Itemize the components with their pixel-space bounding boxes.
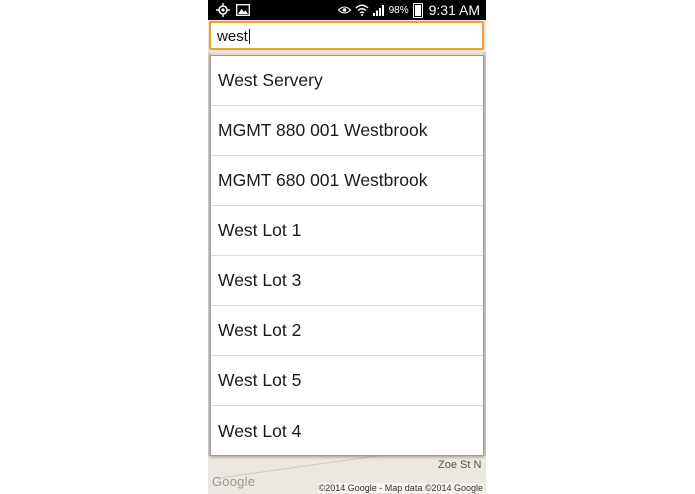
map-attribution[interactable]: ©2014 Google - Map data ©2014 Google (317, 483, 484, 493)
wifi-icon (355, 4, 369, 16)
clock: 9:31 AM (428, 2, 480, 18)
search-input[interactable] (217, 26, 467, 46)
suggestion-item[interactable]: West Servery (211, 56, 483, 106)
suggestion-item[interactable]: West Lot 5 (211, 356, 483, 406)
text-cursor (249, 29, 250, 44)
suggestion-item[interactable]: MGMT 880 001 Westbrook (211, 106, 483, 156)
map-street-label: Zoe St N (438, 459, 482, 471)
suggestion-item[interactable]: West Lot 4 (211, 406, 483, 456)
battery-percent: 98% (388, 4, 409, 16)
status-bar: 98% 9:31 AM (208, 0, 486, 20)
suggestion-item[interactable]: West Lot 2 (211, 306, 483, 356)
location-icon (216, 3, 230, 17)
signal-icon (372, 5, 384, 16)
eye-icon (337, 6, 351, 14)
google-logo: Google (212, 474, 256, 489)
battery-icon (412, 2, 423, 18)
phone-screen: 98% 9:31 AM West Servery MGMT 880 001 We… (208, 0, 486, 494)
suggestion-dropdown: West Servery MGMT 880 001 Westbrook MGMT… (210, 55, 484, 456)
search-box[interactable] (209, 21, 484, 50)
suggestion-item[interactable]: West Lot 3 (211, 256, 483, 306)
image-icon (236, 4, 250, 16)
suggestion-item[interactable]: West Lot 1 (211, 206, 483, 256)
suggestion-item[interactable]: MGMT 680 001 Westbrook (211, 156, 483, 206)
